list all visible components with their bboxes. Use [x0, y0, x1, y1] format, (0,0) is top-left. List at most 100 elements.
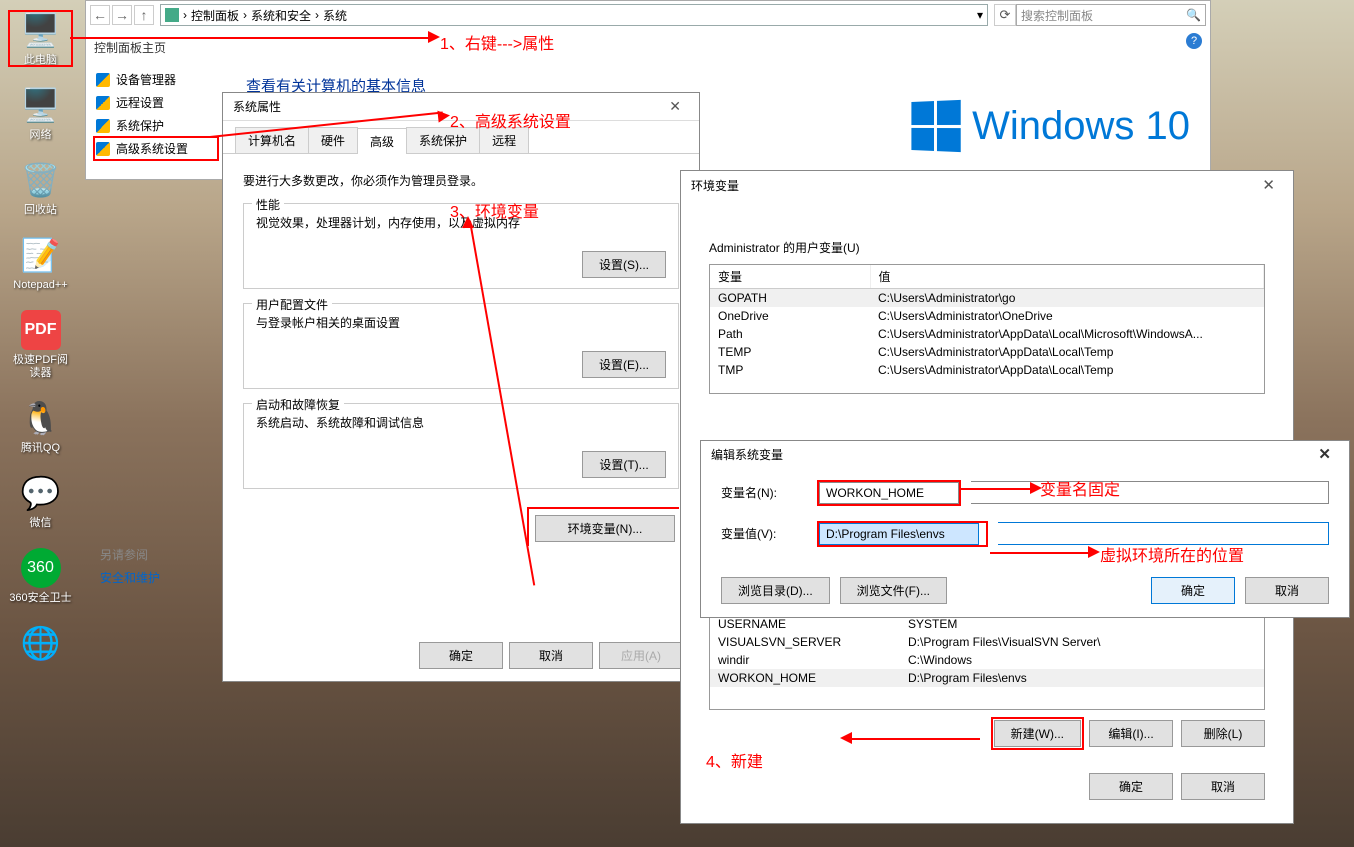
- desktop-icons-col1: 🖥️此电脑 🖥️网络 🗑️回收站 📝Notepad++ PDF极速PDF阅读器 …: [8, 10, 73, 681]
- intro-text: 要进行大多数更改，你必须作为管理员登录。: [243, 172, 679, 189]
- desktop-icon-label: 回收站: [8, 204, 73, 217]
- sidebar-title: 控制面板主页: [94, 39, 218, 56]
- search-icon: 🔍: [1186, 8, 1201, 22]
- group-desc: 系统启动、系统故障和调试信息: [256, 414, 666, 431]
- edit-sys-var-dialog: 编辑系统变量 ✕ 变量名(N): 变量值(V): 浏览目录(D)... 浏览文件(…: [700, 440, 1350, 618]
- var-name-input[interactable]: [819, 482, 959, 504]
- table-row[interactable]: windirC:\Windows: [710, 651, 1264, 669]
- table-row[interactable]: GOPATHC:\Users\Administrator\go: [710, 289, 1264, 308]
- nav-up-button[interactable]: ↑: [134, 5, 154, 25]
- desktop-icon-recycle[interactable]: 🗑️回收站: [8, 160, 73, 217]
- breadcrumb-item[interactable]: 系统: [323, 7, 347, 24]
- table-row[interactable]: OneDriveC:\Users\Administrator\OneDrive: [710, 307, 1264, 325]
- new-button[interactable]: 新建(W)...: [994, 720, 1081, 747]
- desktop-icon-label: 微信: [8, 517, 73, 530]
- ok-button[interactable]: 确定: [1089, 773, 1173, 800]
- desktop-icon-notepadpp[interactable]: 📝Notepad++: [8, 235, 73, 292]
- environment-variables-button[interactable]: 环境变量(N)...: [535, 515, 675, 542]
- col-header[interactable]: 值: [870, 265, 1264, 289]
- breadcrumb-item[interactable]: 系统和安全: [251, 7, 311, 24]
- desktop-icon-label: 网络: [8, 129, 73, 142]
- cancel-button[interactable]: 取消: [1181, 773, 1265, 800]
- group-title: 用户配置文件: [252, 296, 332, 313]
- delete-button[interactable]: 删除(L): [1181, 720, 1265, 747]
- dialog-title: 编辑系统变量: [711, 446, 783, 463]
- table-row[interactable]: PathC:\Users\Administrator\AppData\Local…: [710, 325, 1264, 343]
- close-button[interactable]: ✕: [661, 98, 689, 115]
- tab-computer-name[interactable]: 计算机名: [235, 127, 309, 153]
- nav-forward-button[interactable]: →: [112, 5, 132, 25]
- tab-advanced[interactable]: 高级: [357, 128, 407, 154]
- tab-hardware[interactable]: 硬件: [308, 127, 358, 153]
- var-value-input[interactable]: [819, 523, 979, 545]
- desktop-icon-label: 360安全卫士: [8, 592, 73, 605]
- cancel-button[interactable]: 取消: [1245, 577, 1329, 604]
- desktop-icon-360[interactable]: 360360安全卫士: [8, 548, 73, 605]
- sidebar-see-also: 另请参阅 安全和维护: [100, 540, 160, 586]
- browse-dir-button[interactable]: 浏览目录(D)...: [721, 577, 830, 604]
- desktop-icon-label: Notepad++: [8, 279, 73, 292]
- ok-button[interactable]: 确定: [419, 642, 503, 669]
- var-value-label: 变量值(V):: [721, 525, 807, 542]
- col-header[interactable]: 变量: [710, 265, 870, 289]
- dialog-title: 系统属性: [233, 98, 281, 115]
- close-button[interactable]: ✕: [1254, 176, 1283, 194]
- search-input[interactable]: 搜索控制面板🔍: [1016, 4, 1206, 26]
- desktop-icon-pdf-reader[interactable]: PDF极速PDF阅读器: [8, 310, 73, 380]
- shield-icon: [96, 119, 110, 133]
- user-vars-table[interactable]: 变量值 GOPATHC:\Users\Administrator\go OneD…: [709, 264, 1265, 394]
- performance-group: 性能 视觉效果，处理器计划，内存使用，以及虚拟内存 设置(S)...: [243, 203, 679, 289]
- close-button[interactable]: ✕: [1310, 445, 1339, 463]
- sidebar-device-manager[interactable]: 设备管理器: [94, 68, 218, 91]
- group-title: 启动和故障恢复: [252, 396, 344, 413]
- breadcrumb-item[interactable]: 控制面板: [191, 7, 239, 24]
- dialog-title: 环境变量: [691, 177, 739, 194]
- performance-settings-button[interactable]: 设置(S)...: [582, 251, 666, 278]
- sidebar-system-protection[interactable]: 系统保护: [94, 114, 218, 137]
- group-desc: 与登录帐户相关的桌面设置: [256, 314, 666, 331]
- startup-recovery-settings-button[interactable]: 设置(T)...: [582, 451, 666, 478]
- table-row[interactable]: WORKON_HOMED:\Program Files\envs: [710, 669, 1264, 687]
- tab-bar: 计算机名 硬件 高级 系统保护 远程: [223, 121, 699, 154]
- table-row[interactable]: VISUALSVN_SERVERD:\Program Files\VisualS…: [710, 633, 1264, 651]
- breadcrumb-bar[interactable]: › 控制面板› 系统和安全› 系统 ▾: [160, 4, 988, 26]
- ok-button[interactable]: 确定: [1151, 577, 1235, 604]
- system-properties-dialog: 系统属性 ✕ 计算机名 硬件 高级 系统保护 远程 要进行大多数更改，你必须作为管…: [222, 92, 700, 682]
- desktop-icon-qq[interactable]: 🐧腾讯QQ: [8, 398, 73, 455]
- see-also-header: 另请参阅: [100, 546, 160, 563]
- tab-system-protection[interactable]: 系统保护: [406, 127, 480, 153]
- desktop-icon-network[interactable]: 🖥️网络: [8, 85, 73, 142]
- security-maintenance-link[interactable]: 安全和维护: [100, 569, 160, 586]
- desktop-icon-label: 腾讯QQ: [8, 442, 73, 455]
- group-title: 性能: [252, 196, 284, 213]
- table-row[interactable]: TMPC:\Users\Administrator\AppData\Local\…: [710, 361, 1264, 379]
- shield-icon: [96, 96, 110, 110]
- help-icon[interactable]: ?: [1186, 33, 1202, 49]
- desktop-icon-this-pc[interactable]: 🖥️此电脑: [8, 10, 73, 67]
- browse-file-button[interactable]: 浏览文件(F)...: [840, 577, 947, 604]
- system-vars-table[interactable]: USERNAMESYSTEM VISUALSVN_SERVERD:\Progra…: [709, 614, 1265, 710]
- windows-logo: Windows 10: [910, 101, 1190, 151]
- sidebar-remote-settings[interactable]: 远程设置: [94, 91, 218, 114]
- user-profiles-settings-button[interactable]: 设置(E)...: [582, 351, 666, 378]
- startup-recovery-group: 启动和故障恢复 系统启动、系统故障和调试信息 设置(T)...: [243, 403, 679, 489]
- var-name-label: 变量名(N):: [721, 484, 807, 501]
- desktop-icon-chrome[interactable]: 🌐: [8, 623, 73, 663]
- user-vars-label: Administrator 的用户变量(U): [709, 239, 1265, 256]
- shield-icon: [96, 142, 110, 156]
- cancel-button[interactable]: 取消: [509, 642, 593, 669]
- apply-button[interactable]: 应用(A): [599, 642, 683, 669]
- sidebar-advanced-system[interactable]: 高级系统设置: [94, 137, 218, 160]
- edit-button[interactable]: 编辑(I)...: [1089, 720, 1173, 747]
- desktop-icon-label: 此电脑: [8, 54, 73, 67]
- refresh-button[interactable]: ⟳: [994, 4, 1016, 26]
- nav-back-button[interactable]: ←: [90, 5, 110, 25]
- shield-icon: [96, 73, 110, 87]
- table-row[interactable]: TEMPC:\Users\Administrator\AppData\Local…: [710, 343, 1264, 361]
- desktop-icon-label: 极速PDF阅读器: [8, 354, 73, 380]
- group-desc: 视觉效果，处理器计划，内存使用，以及虚拟内存: [256, 214, 666, 231]
- tab-remote[interactable]: 远程: [479, 127, 529, 153]
- breadcrumb-icon: [165, 8, 179, 22]
- desktop-icon-wechat[interactable]: 💬微信: [8, 473, 73, 530]
- user-profiles-group: 用户配置文件 与登录帐户相关的桌面设置 设置(E)...: [243, 303, 679, 389]
